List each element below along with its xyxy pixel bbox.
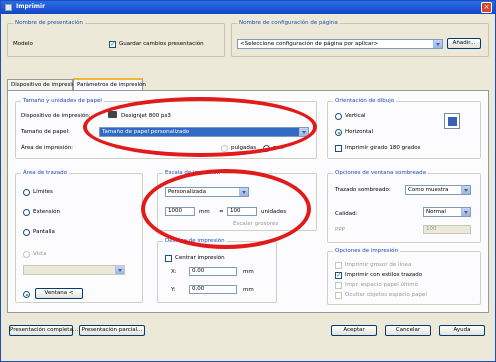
close-icon[interactable]: × xyxy=(481,2,492,13)
orientation-preview-icon xyxy=(444,113,460,129)
plot-area-group-title: Área de trazado xyxy=(21,170,69,176)
plot-styles-checkbox[interactable] xyxy=(335,271,342,279)
quality-value: Normal xyxy=(426,209,446,215)
quality-select[interactable]: Normal xyxy=(423,207,471,217)
view-select[interactable] xyxy=(23,265,125,275)
layout-name-group: Nombre de presentación xyxy=(7,20,225,57)
upside-down-checkbox[interactable] xyxy=(335,145,342,152)
chevron-down-icon[interactable] xyxy=(461,208,470,216)
offset-x-label: X: xyxy=(171,269,177,275)
annotation-ellipse-plot-scale xyxy=(141,169,311,249)
offset-x-unit: mm xyxy=(243,269,254,275)
page-setup-select[interactable]: <Seleccione configuración de página por … xyxy=(237,39,443,49)
shaded-viewport-group-title: Opciones de ventana sombreada xyxy=(333,170,428,176)
shade-plot-select[interactable]: Como muestra xyxy=(405,185,471,195)
add-button[interactable]: Añadir... xyxy=(447,38,481,49)
save-changes-label: Guardar cambios presentación xyxy=(119,41,204,47)
display-label: Pantalla xyxy=(33,229,55,235)
plot-lineweights-label: Imprimir grosor de línea xyxy=(345,262,412,268)
app-icon xyxy=(5,4,12,11)
paper-size-group-title: Tamaño y unidades de papel xyxy=(21,98,104,104)
paperspace-last-label: Impr. espacio papel último xyxy=(345,282,418,288)
orientation-group-title: Orientación de dibujo xyxy=(333,98,397,104)
save-changes-checkbox[interactable] xyxy=(109,40,116,48)
dpi-input[interactable]: 100 xyxy=(423,225,471,234)
view-radio[interactable] xyxy=(23,251,30,258)
quality-label: Calidad: xyxy=(335,211,358,217)
limits-radio[interactable] xyxy=(23,189,30,196)
offset-y-unit: mm xyxy=(243,287,254,293)
portrait-label: Vertical xyxy=(345,113,366,119)
landscape-radio[interactable] xyxy=(335,129,342,136)
plot-area-label: Área de impresión: xyxy=(21,145,74,151)
limits-label: Límites xyxy=(33,189,53,195)
shade-plot-value: Como muestra xyxy=(408,187,449,193)
center-plot-checkbox[interactable] xyxy=(165,255,172,262)
display-radio[interactable] xyxy=(23,229,30,236)
offset-x-input[interactable]: 0.00 xyxy=(189,267,237,276)
layout-name-group-title: Nombre de presentación xyxy=(13,20,85,26)
title-bar: Imprimir × xyxy=(1,1,495,14)
landscape-label: Horizontal xyxy=(345,129,374,135)
extents-radio[interactable] xyxy=(23,209,30,216)
window-button[interactable]: Ventana < xyxy=(35,288,83,299)
ok-button[interactable]: Aceptar xyxy=(331,325,377,336)
shade-plot-label: Trazado sombreado: xyxy=(335,187,391,193)
tab-plot-device[interactable]: Dispositivo de impresión xyxy=(7,79,79,90)
window-radio[interactable] xyxy=(23,291,30,298)
page-setup-group-title: Nombre de configuración de página xyxy=(237,20,340,26)
print-dialog: Imprimir × Nombre de presentación Modelo… xyxy=(0,0,496,362)
dpi-label: PPP xyxy=(335,227,345,233)
portrait-radio[interactable] xyxy=(335,113,342,120)
center-plot-label: Centrar impresión xyxy=(175,255,225,261)
hide-objects-checkbox[interactable] xyxy=(335,292,342,299)
upside-down-label: Imprimir girado 180 grados xyxy=(345,145,421,151)
page-setup-value: <Seleccione configuración de página por … xyxy=(240,41,379,47)
paperspace-last-checkbox[interactable] xyxy=(335,282,342,289)
hide-objects-label: Ocultar objetos espacio papel xyxy=(345,292,427,298)
full-preview-button[interactable]: Presentación completa... xyxy=(9,325,78,336)
cancel-button[interactable]: Cancelar xyxy=(385,325,431,336)
extents-label: Extensión xyxy=(33,209,61,215)
chevron-down-icon[interactable] xyxy=(115,266,124,274)
offset-y-input[interactable]: 0.00 xyxy=(189,285,237,294)
offset-y-label: Y: xyxy=(171,287,176,293)
plot-options-group-title: Opciones de impresión xyxy=(333,248,400,254)
chevron-down-icon[interactable] xyxy=(461,186,470,194)
paper-size-label: Tamaño de papel: xyxy=(21,129,70,135)
partial-preview-button[interactable]: Presentación parcial... xyxy=(79,325,145,336)
tab-plot-settings[interactable]: Parámetros de impresión xyxy=(73,78,146,90)
view-label: Vista xyxy=(33,251,47,257)
window-title: Imprimir xyxy=(16,3,46,10)
layout-name: Modelo xyxy=(13,41,33,47)
device-label: Dispositivo de impresión: xyxy=(21,113,91,119)
help-button[interactable]: Ayuda xyxy=(439,325,485,336)
annotation-ellipse-paper-size xyxy=(83,97,317,157)
chevron-down-icon[interactable] xyxy=(433,40,442,48)
plot-lineweights-checkbox[interactable] xyxy=(335,262,342,269)
plot-styles-label: Imprimir con estilos trazado xyxy=(345,272,423,278)
